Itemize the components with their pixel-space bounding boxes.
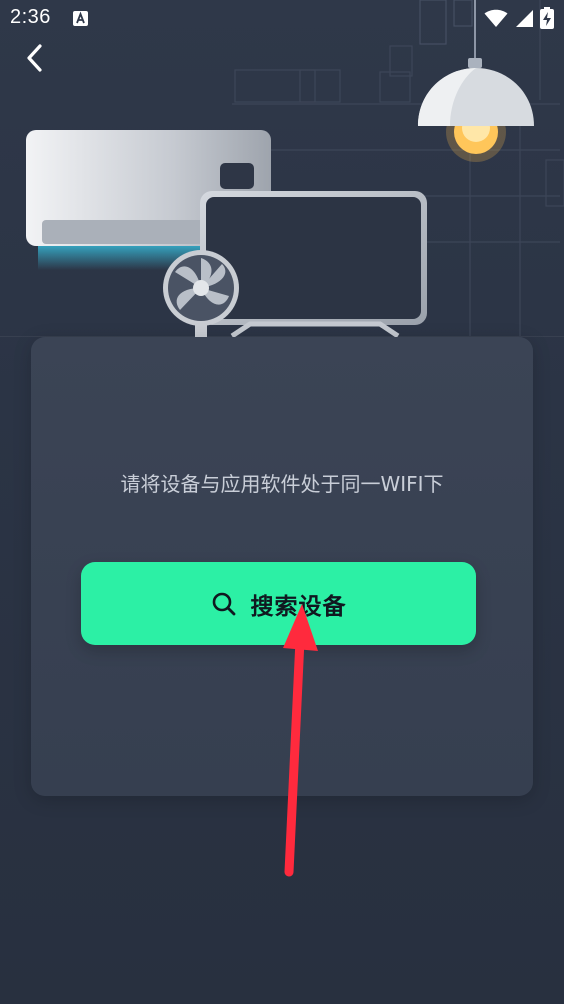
chevron-left-icon — [27, 44, 42, 72]
battery-charging-icon — [540, 7, 554, 29]
a-notification-icon — [73, 11, 88, 26]
signal-icon — [516, 10, 533, 27]
status-bar: 2:36 — [0, 0, 564, 36]
smart-home-illustration — [26, 0, 564, 339]
search-devices-button[interactable]: 搜索设备 — [81, 562, 476, 645]
search-icon — [212, 592, 235, 615]
back-button[interactable] — [14, 38, 54, 78]
search-card: 请将设备与应用软件处于同一WIFI下 搜索设备 — [31, 337, 533, 796]
wifi-icon — [484, 9, 508, 27]
search-device-screen: 2:36 请将设备与应用软件处于同一WIFI下 搜索设备 — [0, 0, 564, 1004]
status-icons — [484, 7, 554, 29]
status-time: 2:36 — [10, 6, 51, 28]
same-wifi-hint: 请将设备与应用软件处于同一WIFI下 — [120, 472, 444, 496]
search-button-label: 搜索设备 — [250, 593, 347, 620]
